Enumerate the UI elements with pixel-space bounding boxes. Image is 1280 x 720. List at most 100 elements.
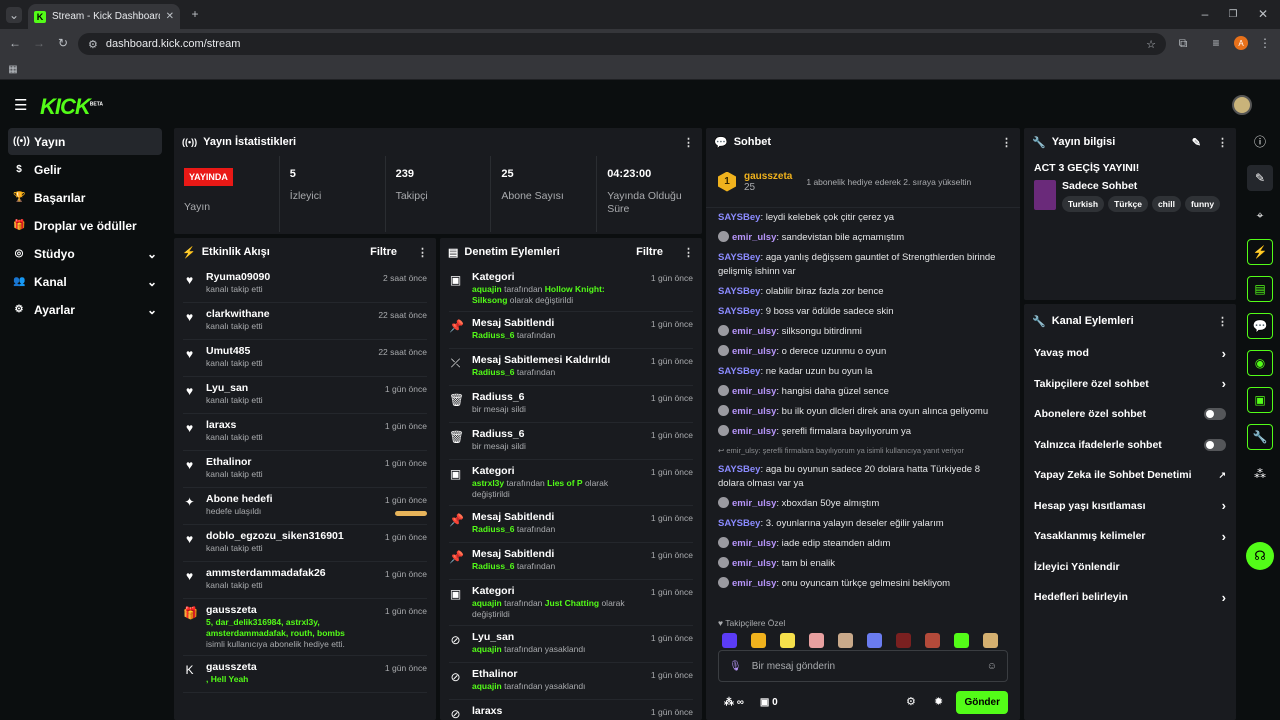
activity-row[interactable]: ♥ Lyu_san kanalı takip etti 1 gün önce [183, 377, 427, 414]
restore-icon[interactable]: ❐ [1226, 7, 1240, 21]
emote[interactable] [925, 633, 940, 648]
moderation-row[interactable]: ⊘ Lyu_san aquajin tarafından yasaklandı 1 g… [449, 626, 693, 663]
back-icon[interactable]: ← [8, 36, 22, 50]
chat-message[interactable]: SAYSBey: 9 boss var ödülde sadece skin [706, 302, 1020, 322]
moderation-row[interactable]: 🗑 Radiuss_6 bir mesajı sildi 1 gün önce [449, 386, 693, 423]
edit-icon[interactable]: ✎ [1192, 136, 1201, 149]
channel-action-row[interactable]: Yalnızca ifadelerle sohbet [1024, 430, 1236, 461]
moderation-row[interactable]: ▣ Kategori aquajin tarafından Just Chattin… [449, 580, 693, 626]
sidebar-item-3[interactable]: 🎁 Droplar ve ödüller [8, 212, 162, 239]
chat-message[interactable]: SAYSBey: aga yanlış değişsem gauntlet of… [706, 248, 1020, 282]
minimize-icon[interactable]: – [1198, 7, 1212, 21]
chat-username[interactable]: emir_ulsy [732, 406, 776, 417]
channel-action-row[interactable]: Hedefleri belirleyin › [1024, 582, 1236, 613]
chevron-right-icon[interactable]: › [1222, 346, 1226, 361]
hamburger-menu-icon[interactable]: ☰ [14, 96, 27, 114]
channel-action-row[interactable]: Yapay Zeka ile Sohbet Denetimi ↗ [1024, 460, 1236, 491]
tab-search-icon[interactable]: ⌄ [6, 7, 22, 23]
chat-settings-icon[interactable]: ⚙ [906, 695, 916, 708]
chat-username[interactable]: SAYSBey [718, 212, 760, 223]
moderation-row[interactable]: 📌 Mesaj Sabitlendi Radiuss_6 tarafından 1 g… [449, 312, 693, 349]
category-thumbnail[interactable] [1034, 180, 1056, 210]
chevron-right-icon[interactable]: › [1222, 590, 1226, 605]
chat-message[interactable]: emir_ulsy: silksongu bitirdinmi [706, 322, 1020, 342]
moderation-menu-icon[interactable]: ⋮ [683, 246, 694, 259]
stream-info-menu-icon[interactable]: ⋮ [1217, 136, 1228, 149]
stream-tag[interactable]: chill [1151, 196, 1181, 212]
browser-tab[interactable]: K Stream - Kick Dashboard ✕ [28, 4, 180, 29]
activity-row[interactable]: ♥ clarkwithane kanalı takip etti 22 saat ön… [183, 303, 427, 340]
moderation-row[interactable]: ▣ Kategori aquajin tarafından Hollow Knigh… [449, 266, 693, 312]
sidebar-item-6[interactable]: ⚙ Ayarlar ⌄ [8, 296, 162, 323]
bookmark-star-icon[interactable]: ☆ [1146, 38, 1156, 51]
chat-username[interactable]: SAYSBey [718, 286, 760, 297]
profile-avatar[interactable]: A [1234, 36, 1248, 50]
chat-username[interactable]: emir_ulsy [732, 578, 776, 589]
activity-menu-icon[interactable]: ⋮ [417, 246, 428, 259]
chat-username[interactable]: SAYSBey [718, 306, 760, 317]
moderation-row[interactable]: ⊘ Ethalinor aquajin tarafından yasaklandı 1… [449, 663, 693, 700]
site-info-icon[interactable]: ⚙ [88, 38, 98, 51]
reload-icon[interactable]: ↻ [56, 36, 70, 50]
emote[interactable] [780, 633, 795, 648]
chat-message[interactable]: SAYSBey: leydi kelebek çok çitir çerez y… [706, 208, 1020, 228]
chevron-down-icon[interactable]: ⌄ [147, 247, 157, 261]
chat-username[interactable]: emir_ulsy [732, 346, 776, 357]
toggle-switch[interactable] [1204, 408, 1226, 421]
chat-message[interactable]: emir_ulsy: hangisi daha güzel sence [706, 382, 1020, 402]
sidebar-item-1[interactable]: $ Gelir [8, 156, 162, 183]
chat-input[interactable]: 🎙 Bir mesaj gönderin ☺ [718, 650, 1008, 682]
channel-action-row[interactable]: İzleyici Yönlendir [1024, 552, 1236, 583]
bot-icon[interactable]: ✹ [934, 695, 943, 708]
chat-message[interactable]: emir_ulsy: bu ilk oyun dlcleri direk ana… [706, 402, 1020, 422]
emote[interactable] [954, 633, 969, 648]
chat-username[interactable]: emir_ulsy [732, 232, 776, 243]
new-tab-icon[interactable]: + [188, 7, 202, 21]
activity-row[interactable]: ♥ doblo_egzozu_siken316901 kanalı takip et… [183, 525, 427, 562]
chrome-menu-icon[interactable]: ⋮ [1258, 36, 1272, 50]
moderation-filter-button[interactable]: Filtre [636, 246, 663, 258]
edit-rail-icon[interactable]: ✎ [1247, 165, 1273, 191]
apps-grid-icon[interactable]: ▦ [6, 62, 20, 76]
support-headset-icon[interactable]: ☊ [1246, 542, 1274, 570]
chat-message[interactable]: emir_ulsy: iade edip steamden aldım [706, 534, 1020, 554]
chevron-down-icon[interactable]: ⌄ [147, 303, 157, 317]
emoji-icon[interactable]: ☺ [987, 661, 997, 672]
sidebar-item-4[interactable]: ◎ Stüdyo ⌄ [8, 240, 162, 267]
chat-message[interactable]: emir_ulsy: sandevistan bile açmamıştım [706, 228, 1020, 248]
kick-logo[interactable]: KICKBETA [40, 94, 103, 120]
forward-icon[interactable]: → [32, 36, 46, 50]
close-tab-icon[interactable]: ✕ [166, 11, 174, 22]
chat-rail-icon[interactable]: 💬 [1247, 313, 1273, 339]
moderation-row[interactable]: 🗑 Radiuss_6 bir mesajı sildi 1 gün önce [449, 423, 693, 460]
sidebar-item-2[interactable]: 🏆 Başarılar [8, 184, 162, 211]
chat-message[interactable]: emir_ulsy: o derece uzunmu o oyun [706, 342, 1020, 362]
activity-row[interactable]: ♥ ammsterdammadafak26 kanalı takip etti 1 g… [183, 562, 427, 599]
channel-action-row[interactable]: Hesap yaşı kısıtlaması › [1024, 491, 1236, 522]
gift-counter[interactable]: ▣ 0 [760, 697, 778, 708]
media-icon[interactable]: ≡ [1209, 36, 1223, 50]
chevron-right-icon[interactable]: › [1222, 498, 1226, 513]
widgets-icon[interactable]: ⁂ [1247, 461, 1273, 487]
chat-username[interactable]: SAYSBey [718, 518, 760, 529]
emote[interactable] [896, 633, 911, 648]
activity-row[interactable]: ♥ Ryuma09090 kanalı takip etti 2 saat önce [183, 266, 427, 303]
broadcast-rail-icon[interactable]: ◉ [1247, 350, 1273, 376]
emote[interactable] [867, 633, 882, 648]
chat-message[interactable]: emir_ulsy: tam bi enalik [706, 554, 1020, 574]
sidebar-item-5[interactable]: 👥 Kanal ⌄ [8, 268, 162, 295]
chevron-right-icon[interactable]: › [1222, 376, 1226, 391]
chat-message[interactable]: SAYSBey: ne kadar uzun bu oyun la [706, 362, 1020, 382]
channel-action-row[interactable]: Yavaş mod › [1024, 338, 1236, 369]
chat-username[interactable]: emir_ulsy [732, 326, 776, 337]
channel-action-row[interactable]: Takipçilere özel sohbet › [1024, 369, 1236, 400]
category-name[interactable]: Sadece Sohbet [1062, 180, 1224, 192]
microphone-icon[interactable]: 🎙 [729, 661, 742, 672]
info-icon[interactable]: ⓘ [1247, 128, 1273, 154]
chat-message[interactable]: SAYSBey: 3. oyunlarına yalayın deseler e… [706, 514, 1020, 534]
toggle-switch[interactable] [1204, 438, 1226, 451]
omnibox[interactable]: ⚙ dashboard.kick.com/stream ☆ [78, 33, 1166, 55]
emote[interactable] [722, 633, 737, 648]
emote[interactable] [809, 633, 824, 648]
chat-username[interactable]: emir_ulsy [732, 558, 776, 569]
